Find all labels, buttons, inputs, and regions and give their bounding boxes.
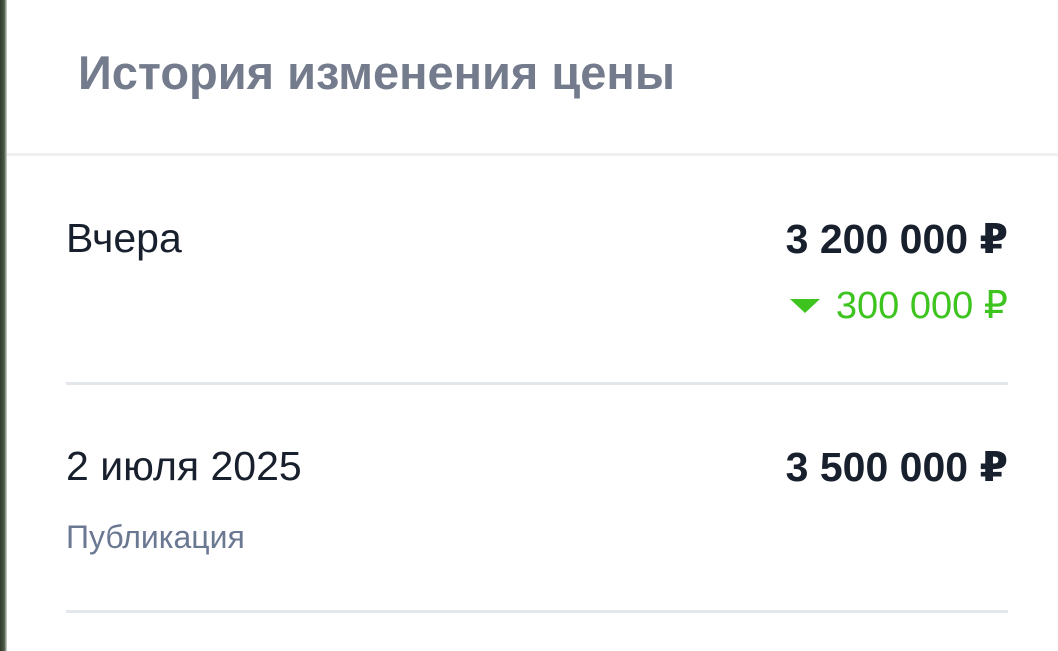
history-price: 3 500 000 ₽	[785, 444, 1008, 490]
sheet-header: История изменения цены	[7, 0, 1058, 156]
history-price: 3 200 000 ₽	[785, 216, 1008, 262]
triangle-down-icon	[789, 298, 820, 313]
price-history-sheet: История изменения цены Вчера 3 200 000 ₽…	[7, 0, 1058, 651]
divider	[66, 610, 1008, 613]
history-item: 2 июля 2025 3 500 000 ₽ Публикация	[66, 443, 1008, 583]
sheet-title: История изменения цены	[78, 46, 675, 99]
divider	[66, 382, 1008, 385]
history-item: Вчера 3 200 000 ₽ 300 000 ₽	[66, 215, 1008, 355]
history-date: 2 июля 2025	[66, 443, 302, 489]
history-date: Вчера	[66, 215, 182, 261]
price-change: 300 000 ₽	[789, 283, 1008, 328]
price-change-amount: 300 000 ₽	[835, 285, 1008, 327]
history-note: Публикация	[66, 519, 245, 555]
background-edge	[0, 0, 7, 651]
